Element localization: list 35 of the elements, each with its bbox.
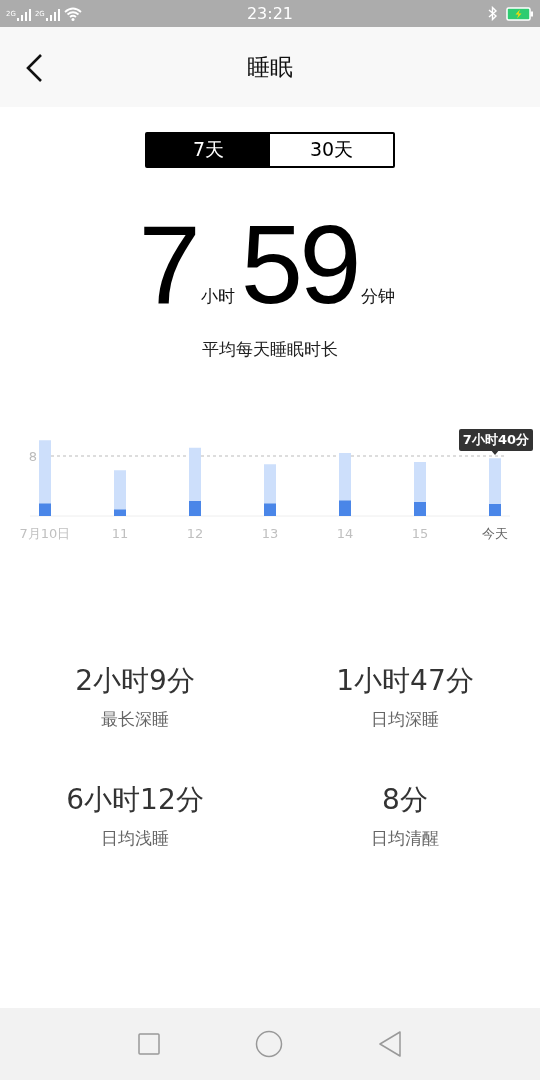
- battery-charging-icon: [506, 6, 534, 21]
- period-tab[interactable]: 7天: [147, 134, 270, 166]
- home-icon[interactable]: [255, 1030, 283, 1058]
- stat-label: 日均浅睡: [101, 827, 169, 850]
- axis-category-label: 7月10日: [19, 526, 71, 541]
- reference-label: 8: [28, 449, 38, 464]
- hours-value: 7: [138, 222, 197, 308]
- hours-unit: 小时: [200, 285, 235, 308]
- minutes-unit: 分钟: [361, 285, 396, 308]
- stat-value: 2小时9分: [75, 663, 195, 699]
- page-title: 睡眠: [247, 52, 293, 82]
- stat-label: 日均深睡: [371, 708, 439, 731]
- minutes-value: 59: [240, 222, 358, 308]
- recents-icon[interactable]: [137, 1033, 160, 1055]
- axis-category-label: 15: [411, 526, 429, 541]
- axis-category-label: 11: [111, 526, 129, 541]
- clock-time: 23:21: [246, 4, 294, 23]
- stat-value: 8分: [382, 782, 428, 818]
- stat-value: 6小时12分: [66, 782, 204, 818]
- bluetooth-icon: [488, 6, 498, 21]
- back-icon[interactable]: [24, 53, 44, 83]
- signal-icon: [16, 6, 31, 21]
- axis-category-label: 今天: [482, 526, 508, 541]
- wifi-icon: [63, 6, 82, 21]
- summary-caption: 平均每天睡眠时长: [202, 338, 338, 361]
- signal-icon: [45, 6, 60, 21]
- stat-label: 日均清醒: [371, 827, 439, 850]
- stat-value: 1小时47分: [336, 663, 474, 699]
- axis-category-label: 12: [186, 526, 204, 541]
- axis-category-label: 14: [336, 526, 354, 541]
- value-tooltip: 7小时40分: [458, 429, 533, 451]
- tooltip-pointer-icon: [490, 449, 500, 455]
- stat-label: 最长深睡: [101, 708, 169, 731]
- back-nav-icon[interactable]: [378, 1031, 403, 1057]
- axis-category-label: 13: [261, 526, 279, 541]
